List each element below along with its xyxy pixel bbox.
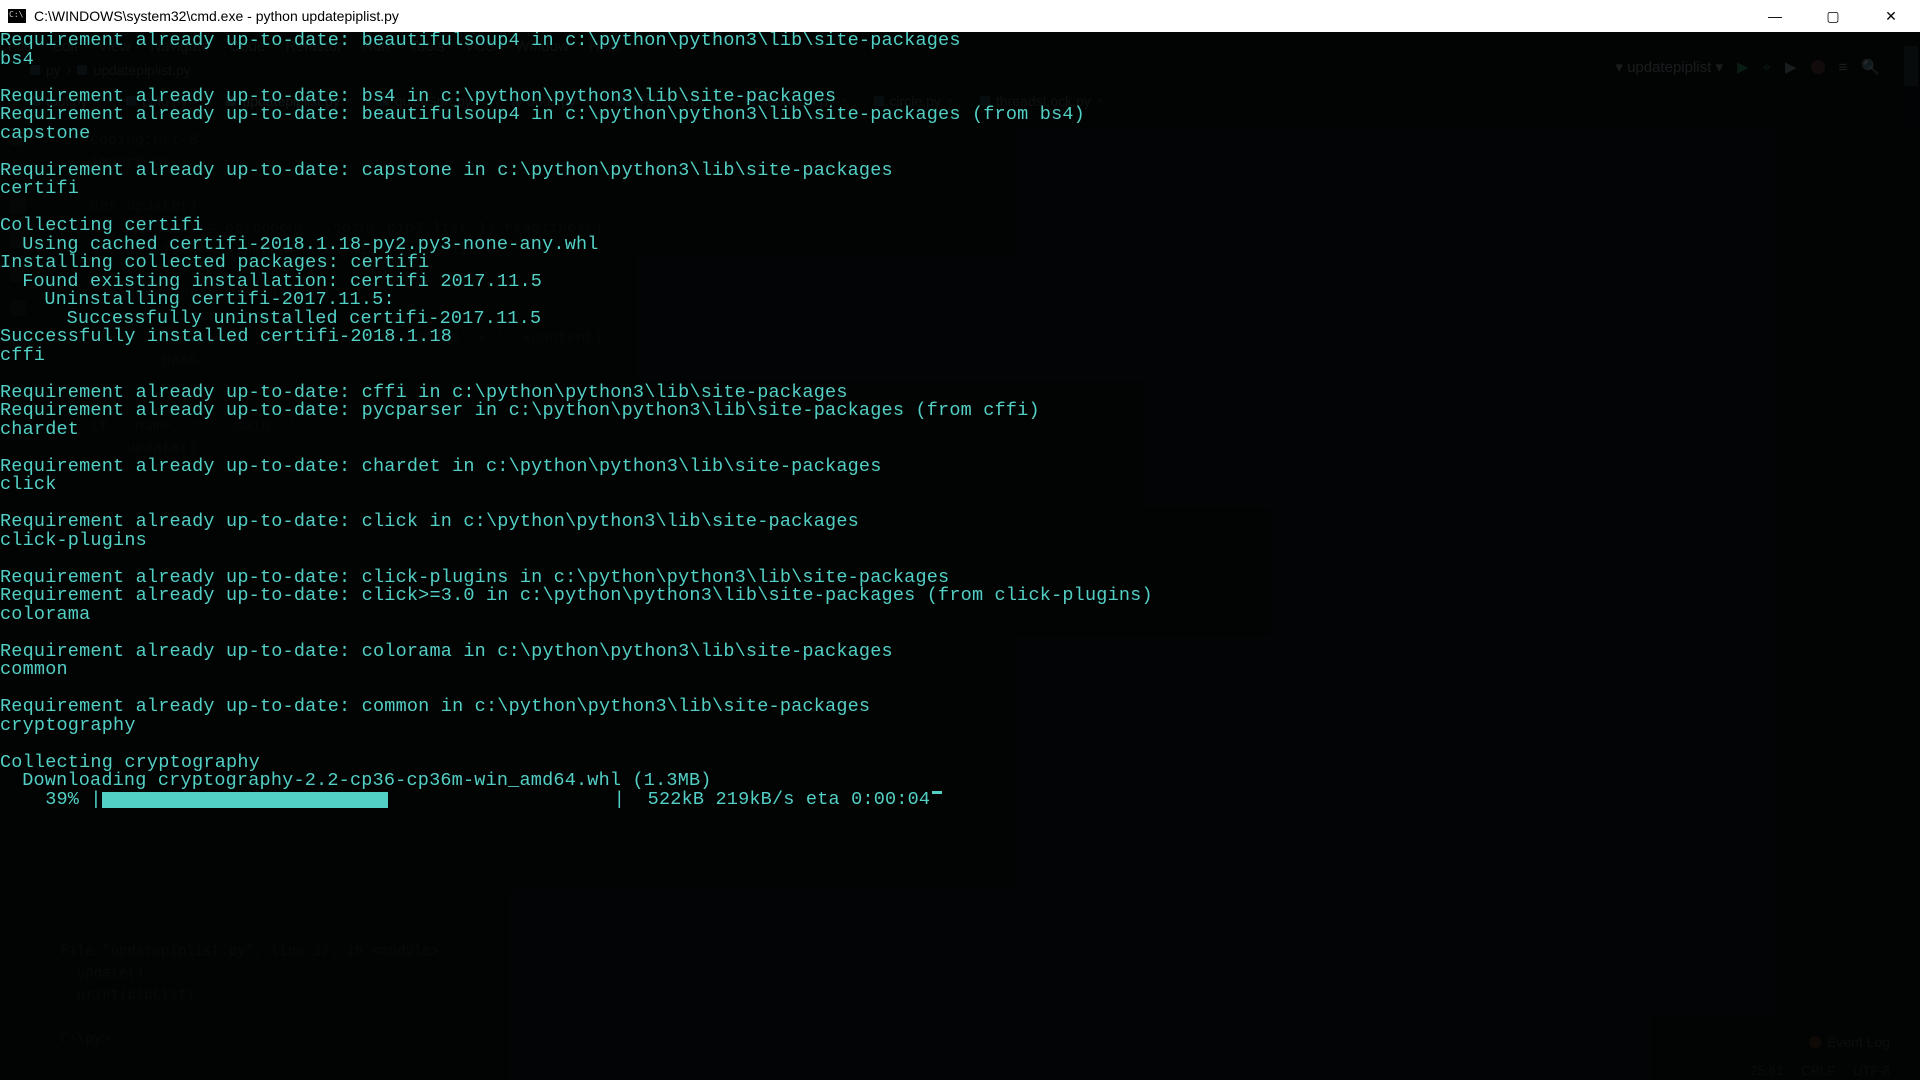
close-button[interactable]: ✕ [1862,0,1920,32]
cmd-line: Requirement already up-to-date: pycparse… [0,402,1920,421]
cmd-line: bs4 [0,51,1920,70]
cmd-line: Requirement already up-to-date: chardet … [0,458,1920,477]
cmd-line [0,143,1920,162]
cmd-window: C:\WINDOWS\system32\cmd.exe - python upd… [0,0,1920,1080]
cmd-line [0,439,1920,458]
cmd-line [0,365,1920,384]
cmd-line: Requirement already up-to-date: beautifu… [0,106,1920,125]
cmd-line: cffi [0,347,1920,366]
minimize-button[interactable]: — [1746,0,1804,32]
cmd-line: common [0,661,1920,680]
progress-percent: 39% | [0,791,102,810]
cmd-line [0,735,1920,754]
cmd-line: capstone [0,125,1920,144]
cmd-line: cryptography [0,717,1920,736]
progress-info: 522kB 219kB/s eta 0:00:04 [636,791,930,810]
cmd-line: click-plugins [0,532,1920,551]
cmd-line: certifi [0,180,1920,199]
cmd-line: Downloading cryptography-2.2-cp36-cp36m-… [0,772,1920,791]
cmd-line: Successfully installed certifi-2018.1.18 [0,328,1920,347]
cmd-line: Requirement already up-to-date: beautifu… [0,32,1920,51]
cmd-line [0,624,1920,643]
cmd-line: Requirement already up-to-date: click in… [0,513,1920,532]
cmd-line [0,69,1920,88]
cmd-line [0,199,1920,218]
cmd-line: Requirement already up-to-date: capstone… [0,162,1920,181]
cmd-line: chardet [0,421,1920,440]
cmd-output[interactable]: Requirement already up-to-date: beautifu… [0,32,1920,1080]
cmd-titlebar[interactable]: C:\WINDOWS\system32\cmd.exe - python upd… [0,0,1920,32]
cmd-line: colorama [0,606,1920,625]
cmd-line: Collecting certifi [0,217,1920,236]
cmd-line: Requirement already up-to-date: click>=3… [0,587,1920,606]
cmd-line: Installing collected packages: certifi [0,254,1920,273]
cmd-icon [8,9,26,23]
progress-bar [102,792,388,808]
cmd-progress-line: 39% | | 522kB 219kB/s eta 0:00:04 [0,791,1920,810]
cmd-line [0,550,1920,569]
text-cursor [932,791,942,794]
cmd-line: Requirement already up-to-date: colorama… [0,643,1920,662]
cmd-line: click [0,476,1920,495]
maximize-button[interactable]: ▢ [1804,0,1862,32]
cmd-title: C:\WINDOWS\system32\cmd.exe - python upd… [34,8,399,24]
cmd-line: Requirement already up-to-date: common i… [0,698,1920,717]
cmd-line: Uninstalling certifi-2017.11.5: [0,291,1920,310]
